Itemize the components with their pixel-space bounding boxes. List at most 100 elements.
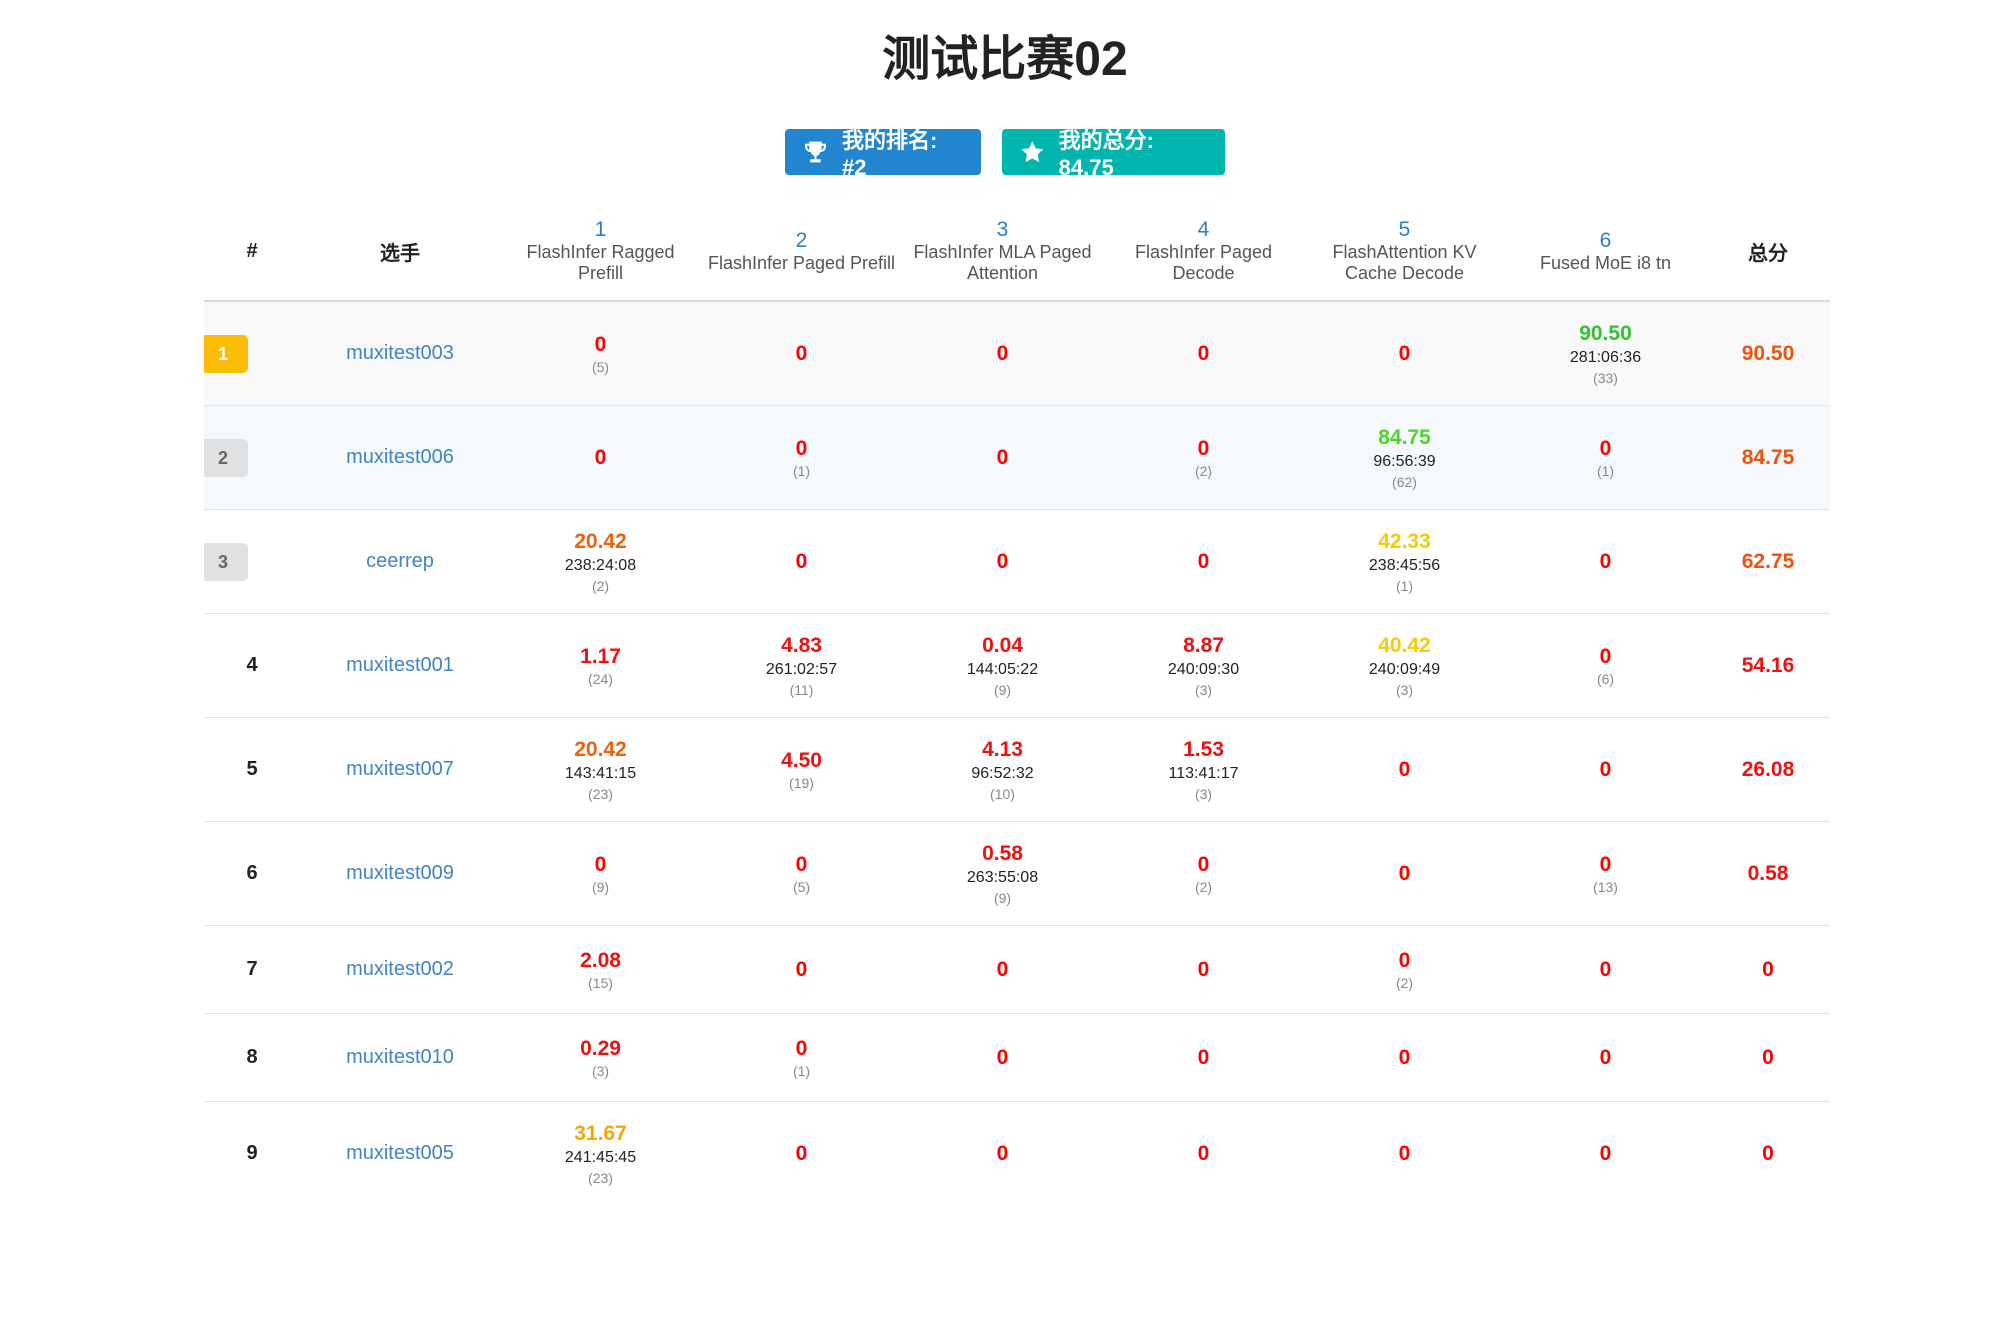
problem-cell[interactable]: 0.04 144:05:22 (9)	[902, 613, 1103, 718]
player-link[interactable]: muxitest007	[346, 758, 454, 780]
problem-cell[interactable]: 0	[701, 925, 902, 1014]
player-link[interactable]: muxitest006	[346, 446, 454, 468]
cell-score: 0	[1599, 644, 1612, 668]
header-player: 选手	[300, 202, 500, 302]
my-rank-text: 我的排名: #2	[841, 128, 938, 180]
problem-cell[interactable]: 4.83 261:02:57 (11)	[701, 613, 902, 718]
problem-cell[interactable]: 90.50 281:06:36 (33)	[1505, 301, 1706, 406]
problem-cell[interactable]: 0	[1304, 301, 1505, 406]
cell-score: 0	[1197, 852, 1210, 876]
problem-cell[interactable]: 0	[1505, 509, 1706, 614]
table-row: 9 muxitest005 31.67 241:45:45 (23) 0 0 0 0 0 0	[204, 1102, 1830, 1206]
problem-cell[interactable]: 0	[1103, 509, 1304, 614]
total-score: 90.50	[1741, 341, 1795, 365]
problem-cell[interactable]: 1.53 113:41:17 (3)	[1103, 717, 1304, 822]
table-row: 3 ceerrep 20.42 238:24:08 (2) 0 0 0 42.33 238:45:…	[204, 509, 1830, 614]
player-link[interactable]: ceerrep	[366, 550, 434, 572]
problem-cell[interactable]: 0	[1103, 1013, 1304, 1102]
problem-cell[interactable]: 0	[1103, 925, 1304, 1014]
problem-cell[interactable]: 0 (1)	[1505, 405, 1706, 510]
header-problem-1[interactable]: 1 FlashInfer Ragged Prefill	[500, 202, 701, 302]
cell-score: 0.58	[982, 841, 1023, 865]
problem-cell[interactable]: 0	[902, 509, 1103, 614]
rank-label: 7	[246, 958, 258, 980]
problem-cell[interactable]: 0 (5)	[701, 821, 902, 926]
problem-cell[interactable]: 0	[902, 1102, 1103, 1206]
problem-cell[interactable]: 0 (6)	[1505, 613, 1706, 718]
player-link[interactable]: muxitest002	[346, 958, 454, 980]
cell-time: 144:05:22	[966, 660, 1039, 678]
problem-cell[interactable]: 31.67 241:45:45 (23)	[500, 1102, 701, 1206]
problem-cell[interactable]: 0	[1505, 1013, 1706, 1102]
problem-cell[interactable]: 0	[902, 925, 1103, 1014]
player-link[interactable]: muxitest003	[346, 342, 454, 364]
rank-label: 5	[246, 758, 258, 780]
player-cell: muxitest007	[300, 717, 500, 822]
cell-time: 240:09:49	[1368, 660, 1441, 678]
cell-tries: (3)	[1194, 681, 1213, 698]
problem-cell[interactable]: 40.42 240:09:49 (3)	[1304, 613, 1505, 718]
player-link[interactable]: muxitest010	[346, 1046, 454, 1068]
cell-score: 0	[1599, 436, 1612, 460]
problem-cell[interactable]: 0	[902, 405, 1103, 510]
total-cell: 90.50	[1706, 301, 1830, 406]
problem-cell[interactable]: 20.42 143:41:15 (23)	[500, 717, 701, 822]
problem-cell[interactable]: 0	[500, 405, 701, 510]
problem-cell[interactable]: 0 (13)	[1505, 821, 1706, 926]
problem-cell[interactable]: 4.13 96:52:32 (10)	[902, 717, 1103, 822]
cell-score: 0	[594, 852, 607, 876]
problem-cell[interactable]: 84.75 96:56:39 (62)	[1304, 405, 1505, 510]
problem-cell[interactable]: 0	[1304, 821, 1505, 926]
problem-cell[interactable]: 0	[1304, 717, 1505, 822]
cell-score: 0	[1599, 549, 1612, 573]
problem-cell[interactable]: 0 (1)	[701, 405, 902, 510]
header-problem-6[interactable]: 6 Fused MoE i8 tn	[1505, 202, 1706, 302]
problem-cell[interactable]: 0	[902, 1013, 1103, 1102]
table-row: 8 muxitest010 0.29 (3) 0 (1) 0 0 0 0 0	[204, 1013, 1830, 1102]
cell-score: 0	[1599, 1141, 1612, 1165]
header-problem-5[interactable]: 5 FlashAttention KV Cache Decode	[1304, 202, 1505, 302]
player-cell: ceerrep	[300, 509, 500, 614]
problem-cell[interactable]: 0	[1505, 717, 1706, 822]
problem-cell[interactable]: 0 (5)	[500, 301, 701, 406]
cell-score: 0	[1197, 957, 1210, 981]
player-link[interactable]: muxitest001	[346, 654, 454, 676]
problem-cell[interactable]: 0	[1304, 1102, 1505, 1206]
problem-cell[interactable]: 0 (2)	[1103, 821, 1304, 926]
cell-score: 0	[594, 445, 607, 469]
problem-cell[interactable]: 0 (2)	[1304, 925, 1505, 1014]
header-problem-2[interactable]: 2 FlashInfer Paged Prefill	[701, 202, 902, 302]
problem-cell[interactable]: 0	[1505, 1102, 1706, 1206]
problem-cell[interactable]: 0 (9)	[500, 821, 701, 926]
problem-cell[interactable]: 0	[902, 301, 1103, 406]
cell-tries: (5)	[591, 358, 610, 375]
problem-cell[interactable]: 0 (1)	[701, 1013, 902, 1102]
problem-cell[interactable]: 0 (2)	[1103, 405, 1304, 510]
problem-cell[interactable]: 0	[701, 301, 902, 406]
problem-cell[interactable]: 0	[1103, 301, 1304, 406]
problem-cell[interactable]: 20.42 238:24:08 (2)	[500, 509, 701, 614]
problem-cell[interactable]: 1.17 (24)	[500, 613, 701, 718]
problem-cell[interactable]: 0	[701, 1102, 902, 1206]
cell-tries: (2)	[1194, 462, 1213, 479]
problem-cell[interactable]: 8.87 240:09:30 (3)	[1103, 613, 1304, 718]
table-row: 4 muxitest001 1.17 (24) 4.83 261:02:57 (11) 0.0…	[204, 613, 1830, 718]
problem-cell[interactable]: 0	[1505, 925, 1706, 1014]
cell-score: 31.67	[574, 1121, 627, 1145]
header-problem-4[interactable]: 4 FlashInfer Paged Decode	[1103, 202, 1304, 302]
problem-cell[interactable]: 4.50 (19)	[701, 717, 902, 822]
header-problem-3[interactable]: 3 FlashInfer MLA Paged Attention	[902, 202, 1103, 302]
cell-score: 0	[1197, 1141, 1210, 1165]
problem-cell[interactable]: 0	[701, 509, 902, 614]
player-link[interactable]: muxitest009	[346, 862, 454, 884]
cell-time: 96:56:39	[1373, 452, 1436, 470]
cell-tries: (23)	[588, 785, 613, 802]
table-row: 6 muxitest009 0 (9) 0 (5) 0.58 263:55:08 (9) 0 (2)…	[204, 821, 1830, 926]
problem-cell[interactable]: 0.58 263:55:08 (9)	[902, 821, 1103, 926]
problem-cell[interactable]: 0	[1103, 1102, 1304, 1206]
problem-cell[interactable]: 2.08 (15)	[500, 925, 701, 1014]
player-link[interactable]: muxitest005	[346, 1142, 454, 1164]
problem-cell[interactable]: 42.33 238:45:56 (1)	[1304, 509, 1505, 614]
problem-cell[interactable]: 0	[1304, 1013, 1505, 1102]
problem-cell[interactable]: 0.29 (3)	[500, 1013, 701, 1102]
